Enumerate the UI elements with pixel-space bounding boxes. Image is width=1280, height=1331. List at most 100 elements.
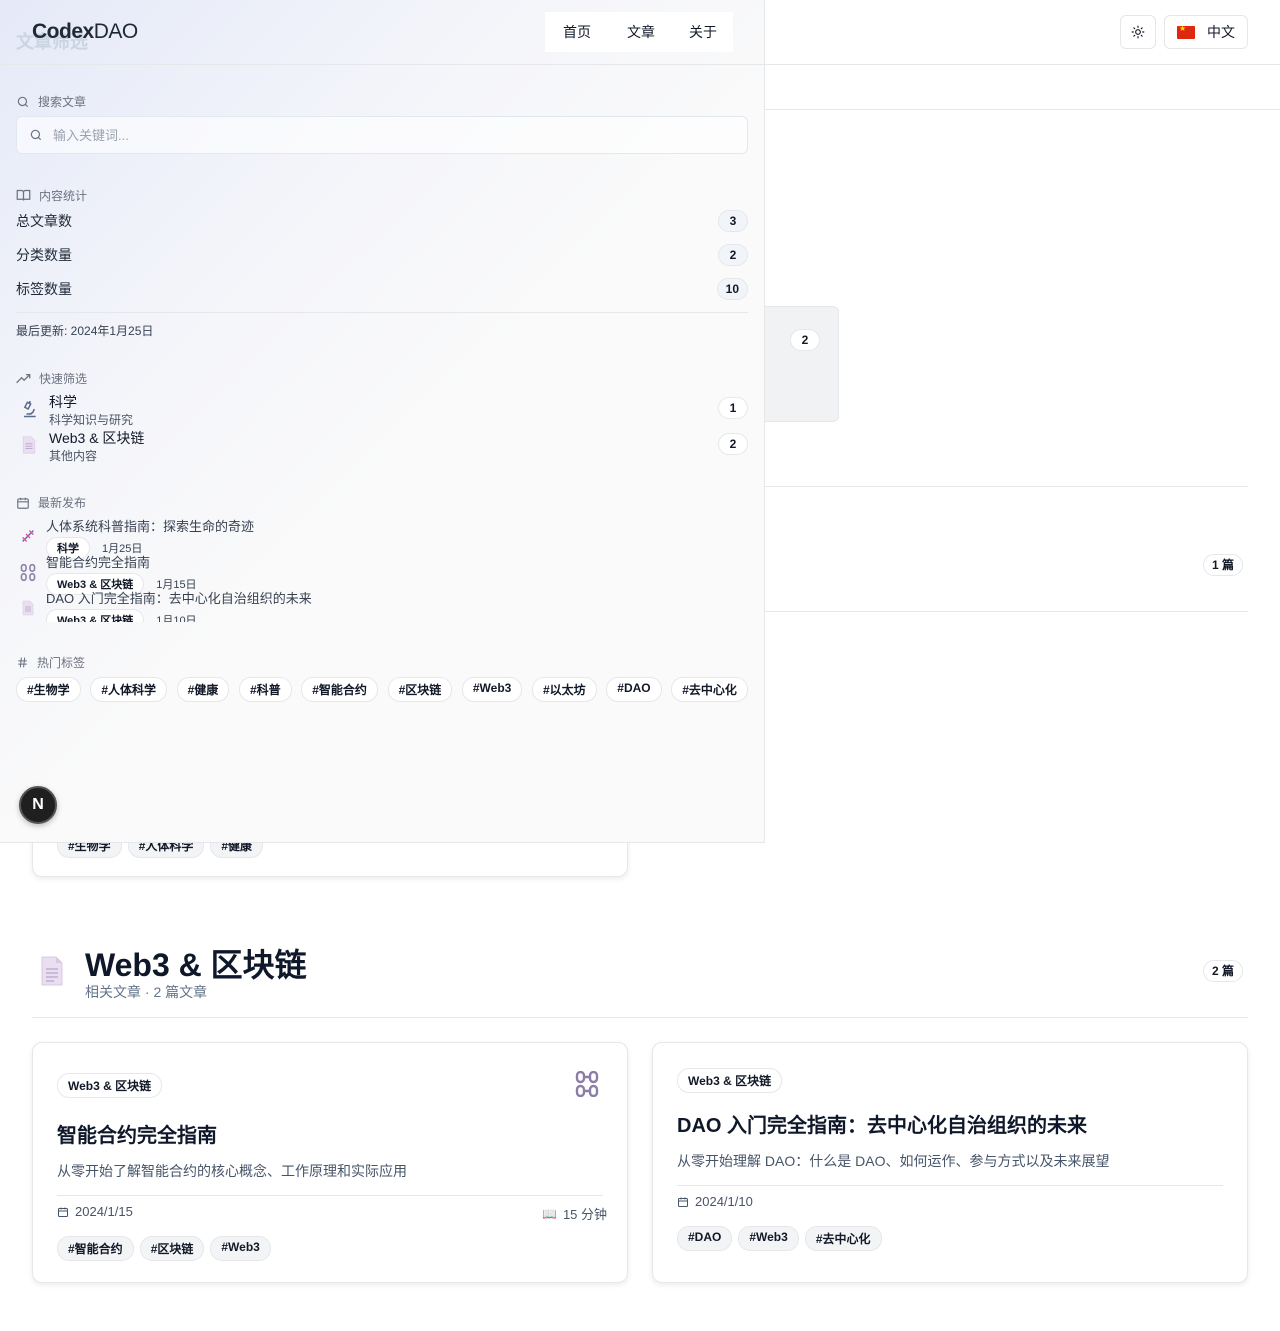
dev-tools-badge[interactable]: N — [19, 786, 57, 824]
tag-chip[interactable]: #DAO — [606, 677, 662, 702]
tag-chip[interactable]: #去中心化 — [804, 1226, 882, 1251]
subheader-divider — [765, 109, 1280, 110]
section-count-badge: 2 篇 — [1203, 960, 1244, 982]
filter-panel: 文章筛选 CodexDAO 首页 文章 关于 搜索文章 内容统计 总文章数 3 … — [0, 0, 765, 843]
book-icon: 📖 — [542, 1206, 557, 1221]
calendar-icon — [678, 1197, 688, 1207]
tag-chip[interactable]: #智能合约 — [301, 677, 378, 702]
recent-item[interactable]: DAO 入门完全指南：去中心化自治组织的未来 Web3 & 区块链 1月10日 — [16, 591, 748, 622]
quick-filter-count: 2 — [718, 433, 748, 455]
stat-value-badge: 3 — [718, 210, 748, 232]
document-icon — [18, 598, 38, 618]
recent-label: 最新发布 — [16, 494, 86, 511]
category-pill[interactable]: Web3 & 区块链 — [57, 1073, 163, 1098]
section-title: Web3 & 区块链 — [85, 947, 307, 983]
article-title[interactable]: DAO 入门完全指南：去中心化自治组织的未来 — [677, 1109, 1087, 1138]
stat-row-categories: 分类数量 2 — [16, 244, 748, 266]
search-field[interactable] — [16, 116, 748, 154]
stat-label: 总文章数 — [16, 213, 72, 229]
tag-chip[interactable]: #以太坊 — [531, 677, 597, 702]
tag-chip[interactable]: #DAO — [677, 1226, 733, 1251]
site-logo[interactable]: CodexDAO — [32, 20, 138, 44]
quick-filter-desc: 科学知识与研究 — [49, 413, 134, 427]
recent-meta: Web3 & 区块链 1月10日 — [46, 609, 197, 622]
stat-label: 标签数量 — [16, 281, 72, 297]
category-pill: Web3 & 区块链 — [46, 609, 145, 622]
section-subtitle: 相关文章 · 2 篇文章 — [85, 984, 208, 1000]
quick-filter-item-science[interactable]: 科学 科学知识与研究 1 — [16, 392, 748, 428]
popular-tags: #生物学 #人体科学 #健康 #科普 #智能合约 #区块链 #Web3 #以太坊… — [16, 677, 748, 702]
date-text: 2024/1/10 — [695, 1194, 753, 1209]
article-tags: #智能合约 #区块链 #Web3 — [57, 1236, 271, 1261]
article-card[interactable]: Web3 & 区块链 智能合约完全指南 从零开始了解智能合约的核心概念、工作原理… — [32, 1042, 628, 1283]
date-text: 2024/1/15 — [75, 1204, 133, 1219]
article-date: 2024/1/15 — [57, 1204, 133, 1219]
tag-chip[interactable]: #人体科学 — [90, 677, 167, 702]
article-description: 从零开始了解智能合约的核心概念、工作原理和实际应用 — [57, 1163, 407, 1179]
science-count-badge: 1 篇 — [1203, 554, 1244, 576]
quick-filter-label-text: 快速筛选 — [39, 372, 88, 386]
trending-up-icon — [16, 373, 31, 383]
dna-icon — [18, 526, 38, 546]
section-divider — [765, 611, 1248, 612]
search-icon — [17, 96, 29, 107]
main-nav: 首页 文章 关于 — [545, 12, 733, 52]
tag-chip[interactable]: #健康 — [176, 677, 230, 702]
stats-label-text: 内容统计 — [39, 189, 88, 203]
tag-chip[interactable]: #区块链 — [139, 1236, 205, 1261]
nav-home[interactable]: 首页 — [545, 12, 609, 52]
hash-icon — [18, 657, 27, 668]
tag-chip[interactable]: #Web3 — [210, 1236, 271, 1261]
quick-filter-name: Web3 & 区块链 — [49, 430, 145, 446]
tag-chip[interactable]: #科普 — [238, 677, 292, 702]
recent-item[interactable]: 人体系统科普指南：探索生命的奇迹 科学 1月25日 — [16, 519, 748, 559]
recent-label-text: 最新发布 — [38, 496, 87, 510]
recent-title: DAO 入门完全指南：去中心化自治组织的未来 — [46, 591, 312, 606]
quick-filter-item-web3[interactable]: Web3 & 区块链 其他内容 2 — [16, 428, 748, 464]
theme-toggle-button[interactable] — [1120, 15, 1156, 49]
stat-label: 分类数量 — [16, 247, 72, 263]
category-pill[interactable]: Web3 & 区块链 — [677, 1068, 783, 1093]
tag-chip[interactable]: #区块链 — [387, 677, 453, 702]
tag-chip[interactable]: #Web3 — [738, 1226, 799, 1251]
nav-about[interactable]: 关于 — [673, 12, 733, 52]
microscope-icon — [18, 398, 40, 420]
popular-tags-label-text: 热门标签 — [37, 656, 86, 670]
tag-chip[interactable]: #去中心化 — [671, 677, 748, 702]
search-input[interactable] — [53, 127, 693, 143]
recent-item[interactable]: 智能合约完全指南 Web3 & 区块链 1月15日 — [16, 555, 748, 595]
china-flag-icon — [1177, 24, 1195, 39]
article-card[interactable]: Web3 & 区块链 DAO 入门完全指南：去中心化自治组织的未来 从零开始理解… — [652, 1042, 1248, 1283]
popular-tags-label: 热门标签 — [16, 654, 85, 671]
recent-title: 人体系统科普指南：探索生命的奇迹 — [46, 519, 255, 534]
logo-light: DAO — [93, 20, 139, 43]
stats-divider — [16, 312, 748, 313]
recent-date: 1月10日 — [156, 615, 197, 622]
tag-chip[interactable]: #Web3 — [461, 677, 523, 702]
sun-icon — [1131, 25, 1145, 39]
calendar-icon — [58, 1207, 68, 1217]
quick-filter-label: 快速筛选 — [16, 370, 87, 387]
panel-header-divider — [0, 64, 764, 65]
tag-chip[interactable]: #生物学 — [16, 677, 81, 702]
article-tags: #DAO #Web3 #去中心化 — [677, 1226, 882, 1251]
tag-chip[interactable]: #智能合约 — [57, 1236, 134, 1261]
language-select-button[interactable]: 中文 — [1164, 15, 1248, 49]
article-date: 2024/1/10 — [677, 1194, 753, 1209]
search-label-text: 搜索文章 — [38, 95, 87, 109]
nav-articles[interactable]: 文章 — [609, 12, 673, 52]
document-icon — [40, 956, 64, 986]
read-time-text: 15 分钟 — [562, 1207, 608, 1222]
search-icon — [30, 129, 42, 141]
calendar-icon — [17, 497, 29, 509]
chain-link-icon — [18, 562, 38, 582]
quick-filter-count: 1 — [718, 397, 748, 419]
article-title[interactable]: 智能合约完全指南 — [57, 1119, 217, 1148]
stat-row-total: 总文章数 3 — [16, 210, 748, 232]
stats-label: 内容统计 — [16, 187, 87, 204]
quick-filter-name: 科学 — [49, 394, 77, 410]
card-divider — [57, 1195, 603, 1196]
category-card-badge: 2 — [790, 329, 820, 351]
document-icon — [18, 434, 40, 456]
card-divider — [677, 1185, 1223, 1186]
